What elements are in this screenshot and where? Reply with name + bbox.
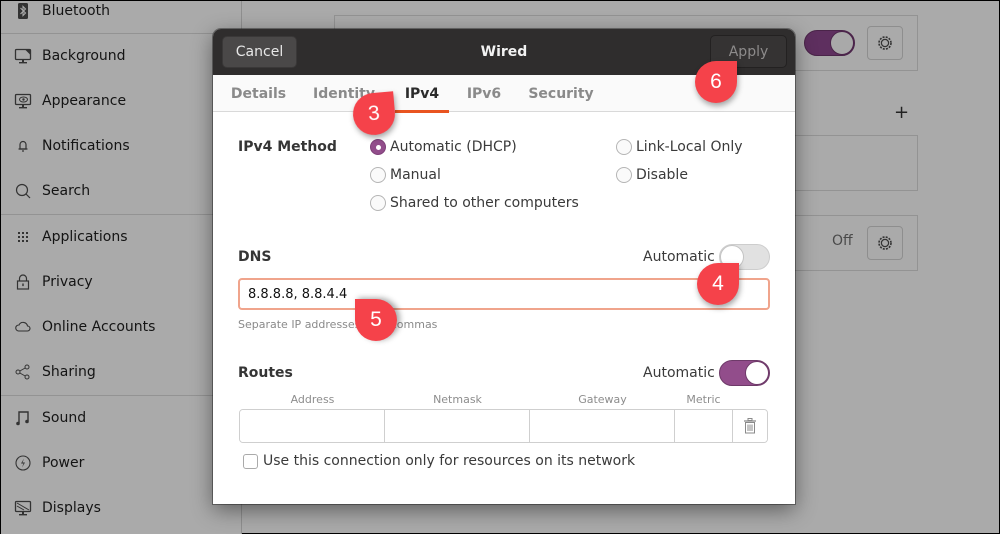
radio-manual[interactable]: Manual xyxy=(370,167,441,183)
only-local-resources-checkbox[interactable]: Use this connection only for resources o… xyxy=(243,453,635,469)
radio-indicator xyxy=(370,195,386,211)
radio-indicator xyxy=(370,167,386,183)
dns-label: DNS xyxy=(238,249,272,265)
sidebar-item-online-accounts[interactable]: Online Accounts xyxy=(1,305,241,349)
callout-number: 4 xyxy=(712,272,724,295)
dns-hint: Separate IP addresses with commas xyxy=(238,318,438,331)
route-address-cell[interactable] xyxy=(240,410,385,442)
tab-security[interactable]: Security xyxy=(528,75,593,112)
callout-marker-6: 6 xyxy=(695,61,737,103)
tab-details[interactable]: Details xyxy=(231,75,286,112)
trash-icon xyxy=(744,418,756,434)
sidebar-item-notifications[interactable]: Notifications xyxy=(1,124,241,168)
callout-marker-4: 4 xyxy=(697,263,739,305)
column-header-metric: Metric xyxy=(686,393,721,406)
route-netmask-input[interactable] xyxy=(385,410,529,442)
sidebar-item-label: Appearance xyxy=(42,93,127,109)
tab-ipv6[interactable]: IPv6 xyxy=(466,75,502,112)
radio-label: Link-Local Only xyxy=(636,139,743,155)
callout-number: 3 xyxy=(367,101,381,126)
routes-automatic-label: Automatic xyxy=(643,365,715,381)
music-note-icon xyxy=(13,408,33,428)
dns-input[interactable] xyxy=(238,278,770,310)
sidebar-item-power[interactable]: Power xyxy=(1,441,241,485)
sidebar-item-label: Search xyxy=(42,183,91,199)
sidebar-item-search[interactable]: Search xyxy=(1,169,241,213)
background-icon xyxy=(13,46,33,66)
column-header-address: Address xyxy=(290,393,335,406)
wired-settings-button[interactable] xyxy=(867,26,903,60)
sidebar-item-appearance[interactable]: Appearance xyxy=(1,79,241,123)
sidebar-item-applications[interactable]: Applications xyxy=(1,215,241,259)
sidebar-item-label: Applications xyxy=(42,229,128,245)
radio-indicator xyxy=(370,139,386,155)
sidebar-item-privacy[interactable]: Privacy xyxy=(1,260,241,304)
radio-indicator xyxy=(616,167,632,183)
add-vpn-icon[interactable]: + xyxy=(894,102,909,123)
radio-label: Shared to other computers xyxy=(390,195,579,211)
cancel-button[interactable]: Cancel xyxy=(222,36,297,68)
radio-label: Manual xyxy=(390,167,441,183)
bluetooth-icon xyxy=(13,1,33,21)
cloud-icon xyxy=(13,317,33,337)
radio-indicator xyxy=(616,139,632,155)
wired-toggle[interactable] xyxy=(804,30,855,56)
share-icon xyxy=(13,362,33,382)
route-netmask-cell[interactable] xyxy=(385,410,530,442)
power-icon xyxy=(13,453,33,473)
sidebar-item-bluetooth[interactable]: Bluetooth xyxy=(1,0,241,33)
sidebar-item-label: Displays xyxy=(42,500,101,516)
search-icon xyxy=(13,181,33,201)
sidebar-item-label: Sound xyxy=(42,410,87,426)
sidebar-item-label: Bluetooth xyxy=(42,3,110,19)
radio-link-local-only[interactable]: Link-Local Only xyxy=(616,139,743,155)
route-gateway-input[interactable] xyxy=(530,410,674,442)
sidebar-item-label: Privacy xyxy=(42,274,93,290)
radio-label: Automatic (DHCP) xyxy=(390,139,517,155)
callout-number: 6 xyxy=(710,70,722,93)
sidebar-item-displays[interactable]: Displays xyxy=(1,486,241,530)
routes-row xyxy=(239,409,768,443)
bell-icon xyxy=(13,136,33,156)
checkbox-indicator xyxy=(243,453,258,469)
callout-marker-5: 5 xyxy=(355,299,397,341)
sidebar-item-label: Notifications xyxy=(42,138,130,154)
proxy-settings-button[interactable] xyxy=(867,226,903,260)
callout-marker-3: 3 xyxy=(351,91,397,137)
callout-number: 5 xyxy=(370,308,382,331)
sidebar-item-sharing[interactable]: Sharing xyxy=(1,350,241,394)
column-header-gateway: Gateway xyxy=(578,393,627,406)
column-header-netmask: Netmask xyxy=(433,393,482,406)
appearance-icon xyxy=(13,91,33,111)
switch-knob xyxy=(745,361,769,385)
grid-icon xyxy=(13,227,33,247)
toggle-knob xyxy=(830,31,854,55)
checkbox-label: Use this connection only for resources o… xyxy=(263,453,636,469)
lock-icon xyxy=(13,272,33,292)
radio-label: Disable xyxy=(636,167,688,183)
radio-automatic-dhcp[interactable]: Automatic (DHCP) xyxy=(370,139,517,155)
proxy-status: Off xyxy=(832,233,853,249)
sidebar-item-label: Online Accounts xyxy=(42,319,156,335)
route-metric-input[interactable] xyxy=(675,410,732,442)
sidebar-item-label: Background xyxy=(42,48,126,64)
ipv4-method-label: IPv4 Method xyxy=(238,139,337,155)
sidebar-item-label: Sharing xyxy=(42,364,96,380)
display-icon xyxy=(13,498,33,518)
sidebar-item-sound[interactable]: Sound xyxy=(1,396,241,440)
gear-icon xyxy=(878,36,892,50)
tab-ipv4[interactable]: IPv4 xyxy=(395,75,449,113)
radio-shared[interactable]: Shared to other computers xyxy=(370,195,579,211)
delete-route-button[interactable] xyxy=(733,410,767,442)
gear-icon xyxy=(878,236,892,250)
settings-sidebar: Bluetooth Background Appearance Notifica… xyxy=(1,1,242,534)
sidebar-item-label: Power xyxy=(42,455,85,471)
route-metric-cell[interactable] xyxy=(675,410,733,442)
sidebar-item-background[interactable]: Background xyxy=(1,34,241,78)
routes-automatic-switch[interactable] xyxy=(719,360,770,386)
radio-disable[interactable]: Disable xyxy=(616,167,688,183)
route-gateway-cell[interactable] xyxy=(530,410,675,442)
routes-label: Routes xyxy=(238,365,293,381)
route-address-input[interactable] xyxy=(240,410,384,442)
